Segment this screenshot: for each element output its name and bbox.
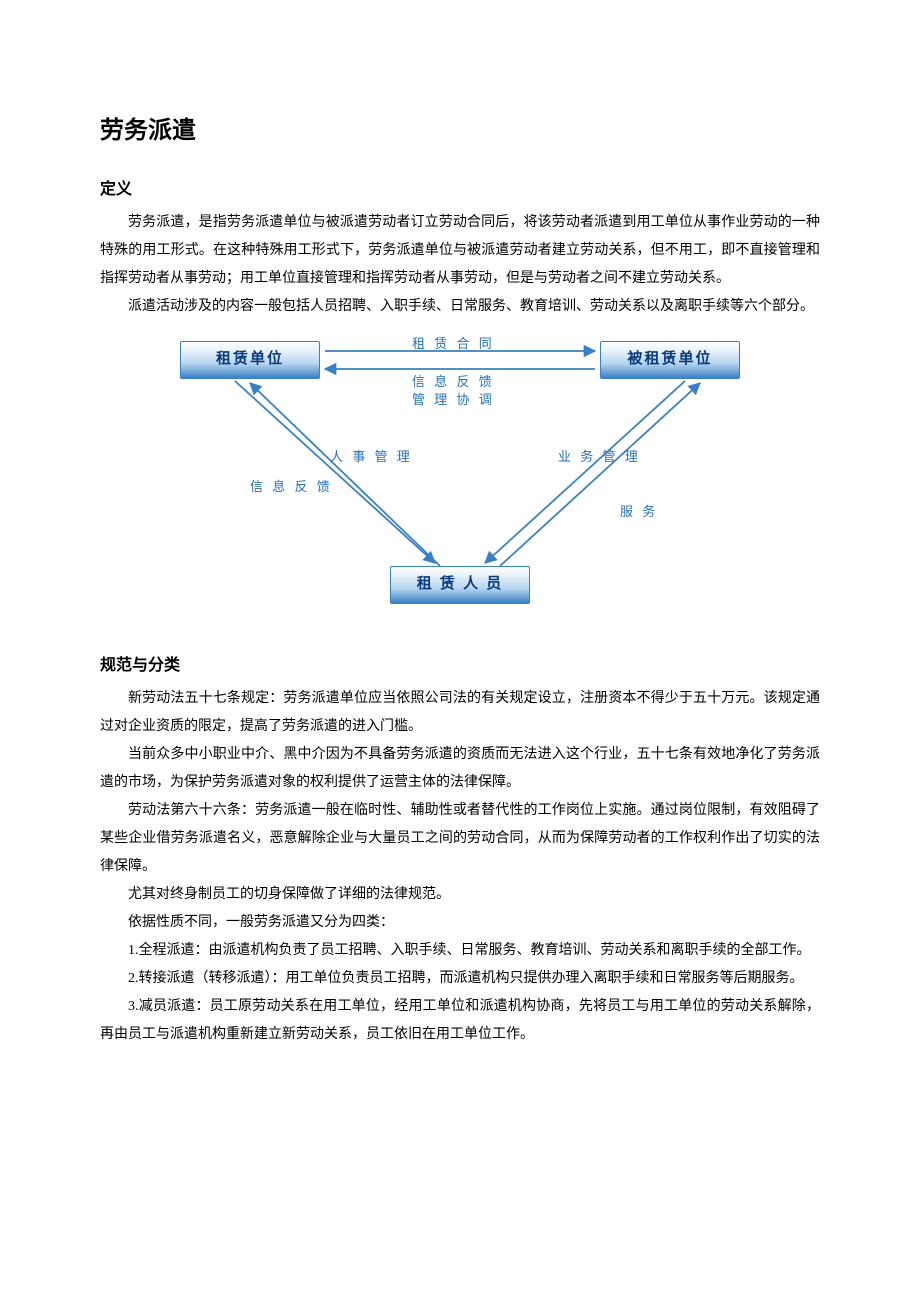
dispatch-relationship-diagram: 租赁单位 被租赁单位 租 赁 人 员 租 赁 合 同 信 息 反 馈 管 理 协… (180, 341, 740, 621)
classification-paragraph-1: 新劳动法五十七条规定：劳务派遣单位应当依照公司法的有关规定设立，注册资本不得少于… (100, 685, 820, 741)
diagram-label-info-feedback-left: 信 息 反 馈 (250, 476, 333, 495)
section-classification-heading: 规范与分类 (100, 651, 820, 675)
classification-paragraph-3: 劳动法第六十六条：劳务派遣一般在临时性、辅助性或者替代性的工作岗位上实施。通过岗… (100, 797, 820, 881)
classification-paragraph-4: 尤其对终身制员工的切身保障做了详细的法律规范。 (100, 881, 820, 909)
definition-paragraph-1: 劳务派遣，是指劳务派遣单位与被派遣劳动者订立劳动合同后，将该劳动者派遣到用工单位… (100, 209, 820, 293)
diagram-node-lessor-unit: 租赁单位 (180, 341, 320, 379)
diagram-node-lessee-unit: 被租赁单位 (600, 341, 740, 379)
classification-paragraph-5: 依据性质不同，一般劳务派遣又分为四类： (100, 909, 820, 937)
document-page: 劳务派遣 定义 劳务派遣，是指劳务派遣单位与被派遣劳动者订立劳动合同后，将该劳动… (0, 0, 920, 1109)
diagram-label-business-management: 业 务 管 理 (558, 446, 641, 465)
diagram-label-lease-contract: 租 赁 合 同 (412, 333, 495, 352)
definition-paragraph-2: 派遣活动涉及的内容一般包括人员招聘、入职手续、日常服务、教育培训、劳动关系以及离… (100, 293, 820, 321)
diagram-label-info-feedback-top: 信 息 反 馈 (412, 371, 495, 390)
page-title: 劳务派遣 (100, 110, 820, 145)
classification-item-3: 3.减员派遣：员工原劳动关系在用工单位，经用工单位和派遣机构协商，先将员工与用工… (100, 993, 820, 1049)
diagram-label-management-coord: 管 理 协 调 (412, 389, 495, 408)
classification-item-2: 2.转接派遣（转移派遣）：用工单位负责员工招聘，而派遣机构只提供办理入离职手续和… (100, 965, 820, 993)
diagram-label-hr-management: 人 事 管 理 (330, 446, 413, 465)
classification-item-1: 1.全程派遣：由派遣机构负责了员工招聘、入职手续、日常服务、教育培训、劳动关系和… (100, 937, 820, 965)
classification-paragraph-2: 当前众多中小职业中介、黑中介因为不具备劳务派遣的资质而无法进入这个行业，五十七条… (100, 741, 820, 797)
section-definition-heading: 定义 (100, 175, 820, 199)
diagram-node-leased-personnel: 租 赁 人 员 (390, 566, 530, 604)
diagram-label-service: 服 务 (620, 501, 658, 520)
